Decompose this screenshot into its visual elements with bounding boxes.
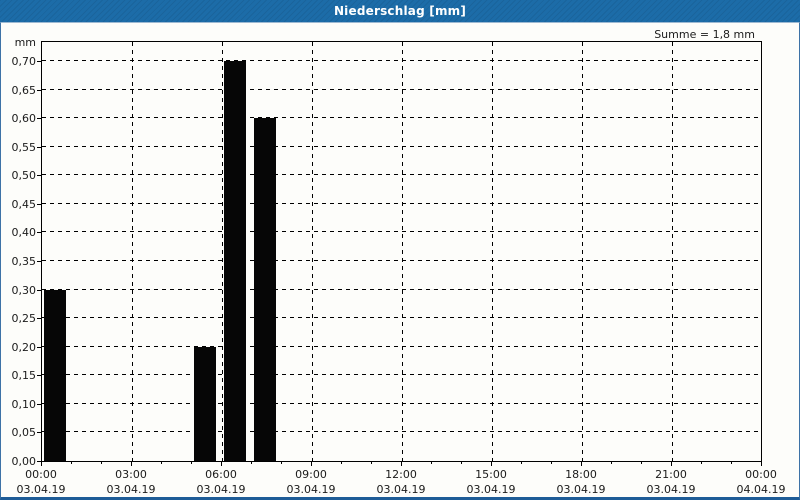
precip-bar — [44, 290, 66, 461]
y-tick-label: 0,00 — [11, 455, 37, 468]
x-minor-tick — [431, 461, 432, 464]
x-tick-date-label: 03.04.19 — [106, 483, 156, 496]
y-tick — [37, 347, 41, 348]
y-tick-label: 0,15 — [11, 369, 37, 382]
plot-area — [41, 41, 762, 462]
window-titlebar: Niederschlag [mm] — [0, 0, 800, 22]
x-minor-tick — [371, 461, 372, 464]
y-tick-label: 0,20 — [11, 341, 37, 354]
x-minor-tick — [251, 461, 252, 464]
y-tick-label: 0,35 — [11, 255, 37, 268]
x-minor-tick — [521, 461, 522, 464]
y-tick — [37, 175, 41, 176]
chart-panel: Summe = 1,8 mm mm 0,00 0,05 0,10 0,15 0,20 0,… — [0, 22, 800, 500]
x-minor-tick — [191, 461, 192, 464]
x-tick-date-label: 04.04.19 — [736, 483, 786, 496]
y-tick — [37, 404, 41, 405]
precip-bar — [224, 61, 246, 461]
x-major-tick — [761, 461, 762, 466]
x-tick-time-label: 18:00 — [565, 468, 597, 481]
x-tick-date-label: 03.04.19 — [196, 483, 246, 496]
y-tick-label: 0,25 — [11, 312, 37, 325]
x-minor-tick — [461, 461, 462, 464]
x-tick-date-label: 03.04.19 — [556, 483, 606, 496]
x-tick-date-label: 03.04.19 — [376, 483, 426, 496]
chart-title: Niederschlag [mm] — [333, 4, 467, 18]
x-minor-tick — [161, 461, 162, 464]
v-gridline — [582, 42, 583, 461]
y-tick — [37, 204, 41, 205]
y-tick-label: 0,65 — [11, 84, 37, 97]
v-gridline — [312, 42, 313, 461]
y-tick-label: 0,40 — [11, 226, 37, 239]
x-major-tick — [401, 461, 402, 466]
y-tick — [37, 261, 41, 262]
y-tick — [37, 118, 41, 119]
y-tick-label: 0,45 — [11, 198, 37, 211]
x-minor-tick — [341, 461, 342, 464]
y-tick-label: 0,30 — [11, 284, 37, 297]
x-minor-tick — [701, 461, 702, 464]
x-tick-time-label: 06:00 — [205, 468, 237, 481]
y-tick-label: 0,10 — [11, 398, 37, 411]
x-major-tick — [41, 461, 42, 466]
x-major-tick — [131, 461, 132, 466]
v-gridline — [672, 42, 673, 461]
x-major-tick — [221, 461, 222, 466]
x-minor-tick — [731, 461, 732, 464]
x-tick-date-label: 03.04.19 — [466, 483, 516, 496]
y-tick — [37, 232, 41, 233]
x-minor-tick — [551, 461, 552, 464]
x-minor-tick — [71, 461, 72, 464]
x-tick-time-label: 09:00 — [295, 468, 327, 481]
x-tick-time-label: 21:00 — [655, 468, 687, 481]
y-tick — [37, 318, 41, 319]
y-tick-label: 0,50 — [11, 169, 37, 182]
v-gridline — [132, 42, 133, 461]
y-tick-label: 0,55 — [11, 141, 37, 154]
y-tick — [37, 90, 41, 91]
x-major-tick — [311, 461, 312, 466]
y-tick-label: 0,60 — [11, 112, 37, 125]
chart-window: Niederschlag [mm] Summe = 1,8 mm mm 0,00… — [0, 0, 800, 500]
x-tick-date-label: 03.04.19 — [16, 483, 66, 496]
x-tick-time-label: 12:00 — [385, 468, 417, 481]
precip-bar — [194, 347, 216, 461]
x-major-tick — [581, 461, 582, 466]
x-tick-date-label: 03.04.19 — [286, 483, 336, 496]
x-minor-tick — [611, 461, 612, 464]
sum-label: Summe = 1,8 mm — [654, 28, 755, 41]
x-minor-tick — [281, 461, 282, 464]
v-gridline — [222, 42, 223, 461]
y-axis-unit-label: mm — [14, 36, 36, 49]
x-tick-date-label: 03.04.19 — [646, 483, 696, 496]
x-tick-time-label: 15:00 — [475, 468, 507, 481]
x-tick-time-label: 00:00 — [745, 468, 777, 481]
v-gridline — [402, 42, 403, 461]
y-tick — [37, 375, 41, 376]
x-tick-time-label: 03:00 — [115, 468, 147, 481]
x-major-tick — [491, 461, 492, 466]
x-major-tick — [671, 461, 672, 466]
v-gridline — [492, 42, 493, 461]
y-tick-label: 0,70 — [11, 55, 37, 68]
y-tick — [37, 61, 41, 62]
y-tick-label: 0,05 — [11, 426, 37, 439]
precip-bar — [254, 118, 276, 461]
y-tick — [37, 147, 41, 148]
x-minor-tick — [101, 461, 102, 464]
y-tick — [37, 290, 41, 291]
x-minor-tick — [641, 461, 642, 464]
y-tick — [37, 432, 41, 433]
x-tick-time-label: 00:00 — [25, 468, 57, 481]
